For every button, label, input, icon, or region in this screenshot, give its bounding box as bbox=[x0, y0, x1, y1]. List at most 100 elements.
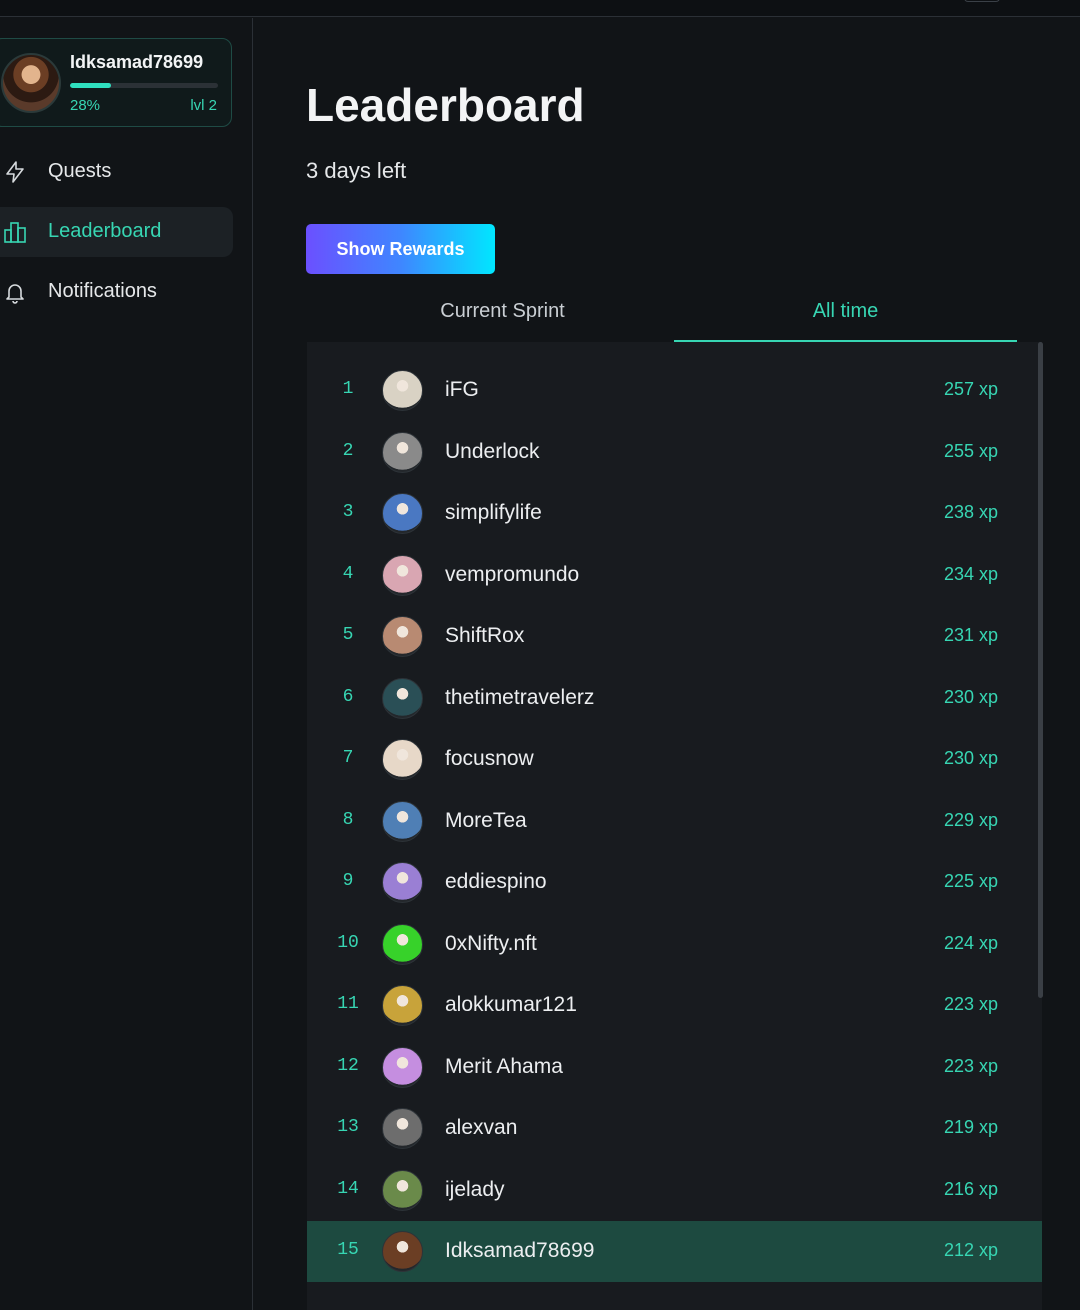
table-row[interactable]: 2 Underlock 255 xp bbox=[307, 422, 1042, 483]
xp-value: 238 xp bbox=[943, 502, 998, 522]
xp-value: 223 xp bbox=[943, 994, 998, 1014]
avatar bbox=[382, 1108, 423, 1149]
rank-number: 1 bbox=[342, 379, 354, 399]
rank-number: 12 bbox=[337, 1055, 359, 1076]
tab-current-sprint[interactable]: Current Sprint bbox=[331, 288, 674, 342]
avatar bbox=[382, 862, 423, 903]
table-row[interactable]: 10 0xNifty.nft 224 xp bbox=[307, 914, 1042, 975]
username: alexvan bbox=[445, 1116, 518, 1139]
rank-number: 4 bbox=[342, 563, 354, 584]
top-bar-control[interactable] bbox=[964, 0, 1000, 2]
xp-value: 223 xp bbox=[943, 1055, 998, 1076]
xp-value: 257 xp bbox=[943, 379, 998, 399]
tab-all-time[interactable]: All time bbox=[674, 288, 1017, 342]
table-row[interactable]: 7 focusnow 230 xp bbox=[307, 729, 1042, 790]
username: MoreTea bbox=[445, 808, 527, 832]
table-row[interactable]: 4 vempromundo 234 xp bbox=[307, 545, 1042, 606]
lightning-icon bbox=[6, 161, 24, 183]
avatar bbox=[382, 677, 423, 719]
level-progress-fill bbox=[70, 83, 112, 88]
xp-value: 225 xp bbox=[943, 871, 998, 891]
username: alokkumar121 bbox=[445, 993, 577, 1016]
bar-chart-icon bbox=[4, 222, 26, 243]
xp-value: 229 xp bbox=[943, 809, 998, 830]
avatar bbox=[382, 739, 423, 780]
table-row[interactable]: 12 Merit Ahama 223 xp bbox=[307, 1037, 1042, 1098]
sidebar-item-leaderboard[interactable]: Leaderboard bbox=[0, 207, 233, 257]
table-row[interactable]: 13 alexvan 219 xp bbox=[307, 1098, 1042, 1159]
avatar bbox=[382, 1231, 423, 1272]
level-label: lvl 2 bbox=[190, 97, 217, 114]
sidebar-item-label: Notifications bbox=[48, 280, 157, 302]
avatar bbox=[382, 370, 423, 411]
rank-number: 11 bbox=[337, 994, 359, 1014]
avatar bbox=[382, 616, 423, 657]
table-row[interactable]: 15 Idksamad78699 212 xp bbox=[307, 1221, 1042, 1282]
profile-username: Idksamad78699 bbox=[70, 52, 204, 72]
table-row[interactable]: 9 eddiespino 225 xp bbox=[307, 852, 1042, 913]
xp-value: 230 xp bbox=[943, 748, 998, 768]
avatar bbox=[382, 431, 423, 473]
rank-number: 15 bbox=[337, 1240, 359, 1260]
table-row[interactable]: 14 ijelady 216 xp bbox=[307, 1160, 1042, 1221]
xp-value: 216 xp bbox=[943, 1178, 998, 1199]
table-row[interactable]: 3 simplifylife 238 xp bbox=[307, 483, 1042, 544]
xp-value: 234 xp bbox=[943, 563, 998, 584]
progress-percent: 28% bbox=[70, 97, 101, 114]
avatar bbox=[382, 985, 423, 1026]
avatar bbox=[382, 493, 423, 534]
show-rewards-button[interactable]: Show Rewards bbox=[306, 224, 495, 274]
rank-number: 8 bbox=[342, 809, 354, 830]
time-remaining: 3 days left bbox=[306, 158, 407, 183]
sidebar-item-label: Quests bbox=[48, 160, 112, 182]
table-row[interactable]: 6 thetimetravelerz 230 xp bbox=[307, 668, 1042, 729]
avatar bbox=[1, 53, 61, 113]
rank-number: 7 bbox=[342, 748, 354, 768]
username: Idksamad78699 bbox=[445, 1239, 595, 1262]
xp-value: 230 xp bbox=[943, 686, 998, 707]
xp-value: 224 xp bbox=[943, 932, 998, 953]
level-progress-bar bbox=[70, 83, 218, 88]
table-row[interactable]: 5 ShiftRox 231 xp bbox=[307, 606, 1042, 667]
username: eddiespino bbox=[445, 870, 547, 893]
rank-number: 14 bbox=[337, 1178, 359, 1199]
username: Underlock bbox=[445, 439, 540, 463]
sidebar-item-notifications[interactable]: Notifications bbox=[0, 267, 233, 317]
sidebar-item-quests[interactable]: Quests bbox=[0, 147, 233, 197]
rank-number: 13 bbox=[337, 1117, 359, 1137]
rank-number: 5 bbox=[342, 625, 354, 645]
xp-value: 219 xp bbox=[943, 1117, 998, 1137]
table-row[interactable]: 8 MoreTea 229 xp bbox=[307, 791, 1042, 852]
rank-number: 6 bbox=[342, 686, 354, 707]
xp-value: 231 xp bbox=[943, 625, 998, 645]
xp-value: 212 xp bbox=[943, 1240, 998, 1260]
username: 0xNifty.nft bbox=[445, 931, 537, 955]
avatar bbox=[382, 1169, 423, 1211]
main-content: Leaderboard 3 days left Show Rewards Cur… bbox=[254, 18, 1080, 1310]
avatar bbox=[382, 923, 423, 965]
profile-card[interactable]: Idksamad78699 28% lvl 2 bbox=[0, 38, 232, 127]
username: vempromundo bbox=[445, 562, 580, 586]
username: ShiftRox bbox=[445, 624, 525, 647]
xp-value: 255 xp bbox=[943, 440, 998, 461]
sidebar: Idksamad78699 28% lvl 2 Quests Leaderboa… bbox=[0, 18, 253, 1310]
rank-number: 2 bbox=[342, 440, 354, 461]
table-row[interactable]: 11 alokkumar121 223 xp bbox=[307, 975, 1042, 1036]
rank-number: 9 bbox=[342, 871, 354, 891]
username: ijelady bbox=[445, 1177, 505, 1201]
username: iFG bbox=[445, 378, 479, 401]
leaderboard-list: 1 iFG 257 xp 2 Underlock 255 xp 3 simplifylife 2… bbox=[307, 342, 1042, 1310]
scrollbar[interactable] bbox=[1038, 342, 1043, 998]
sidebar-item-label: Leaderboard bbox=[48, 220, 162, 242]
username: simplifylife bbox=[445, 501, 542, 524]
username: thetimetravelerz bbox=[445, 685, 595, 709]
avatar bbox=[382, 800, 423, 842]
table-row[interactable]: 1 iFG 257 xp bbox=[307, 360, 1042, 421]
top-bar bbox=[0, 0, 1080, 17]
rank-number: 10 bbox=[337, 932, 359, 953]
avatar bbox=[382, 1046, 423, 1088]
bell-icon bbox=[6, 284, 24, 304]
username: Merit Ahama bbox=[445, 1054, 563, 1078]
rank-number: 3 bbox=[342, 502, 354, 522]
avatar bbox=[382, 554, 423, 596]
